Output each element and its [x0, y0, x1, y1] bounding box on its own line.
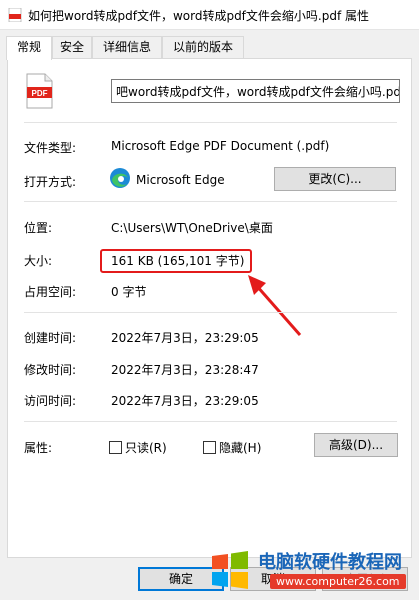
- modified-value: 2022年7月3日，23:28:47: [111, 363, 259, 377]
- watermark-url: www.computer26.com: [270, 574, 406, 589]
- pdf-file-icon: [8, 8, 22, 22]
- tab-general[interactable]: 常规: [6, 36, 52, 60]
- window-title: 如何把word转成pdf文件，word转成pdf文件会缩小吗.pdf 属性: [28, 9, 369, 23]
- readonly-checkbox[interactable]: [109, 441, 122, 454]
- hidden-checkbox[interactable]: [203, 441, 216, 454]
- created-value: 2022年7月3日，23:29:05: [111, 331, 259, 345]
- modified-label: 修改时间:: [24, 363, 77, 377]
- divider: [24, 201, 397, 202]
- open-with-label: 打开方式:: [24, 175, 77, 189]
- location-value: C:\Users\WT\OneDrive\桌面: [111, 221, 273, 235]
- hidden-label[interactable]: 隐藏(H): [219, 439, 261, 456]
- file-name-input[interactable]: 吧word转成pdf文件，word转成pdf文件会缩小吗.pdf: [111, 79, 400, 103]
- advanced-button[interactable]: 高级(D)...: [314, 433, 398, 457]
- location-label: 位置:: [24, 221, 53, 235]
- windows-logo-icon: [212, 551, 248, 589]
- readonly-label[interactable]: 只读(R): [125, 439, 167, 456]
- file-type-label: 文件类型:: [24, 141, 77, 155]
- created-label: 创建时间:: [24, 331, 77, 345]
- general-panel: PDF 吧word转成pdf文件，word转成pdf文件会缩小吗.pdf 文件类…: [7, 58, 412, 558]
- pdf-icon-label: PDF: [32, 89, 48, 98]
- size-on-disk-label: 占用空间:: [24, 285, 77, 299]
- site-watermark: 电脑软硬件教程网 www.computer26.com: [210, 546, 415, 598]
- file-type-value: Microsoft Edge PDF Document (.pdf): [111, 139, 330, 153]
- watermark-title: 电脑软硬件教程网: [258, 552, 402, 573]
- tab-security[interactable]: 安全: [52, 36, 92, 58]
- pdf-document-icon: PDF: [26, 73, 53, 109]
- tab-details[interactable]: 详细信息: [92, 36, 162, 58]
- divider: [24, 122, 397, 123]
- title-bar: 如何把word转成pdf文件，word转成pdf文件会缩小吗.pdf 属性: [0, 0, 419, 30]
- change-button[interactable]: 更改(C)...: [274, 167, 396, 191]
- divider: [24, 312, 397, 313]
- size-on-disk-value: 0 字节: [111, 285, 147, 299]
- size-highlight-box: [100, 249, 252, 273]
- edge-icon: [110, 168, 130, 188]
- divider: [24, 421, 397, 422]
- open-with-value: Microsoft Edge: [136, 173, 225, 187]
- tab-previous-versions[interactable]: 以前的版本: [162, 36, 244, 58]
- accessed-label: 访问时间:: [24, 394, 77, 408]
- accessed-value: 2022年7月3日，23:29:05: [111, 394, 259, 408]
- size-label: 大小:: [24, 254, 53, 268]
- attributes-label: 属性:: [24, 441, 53, 455]
